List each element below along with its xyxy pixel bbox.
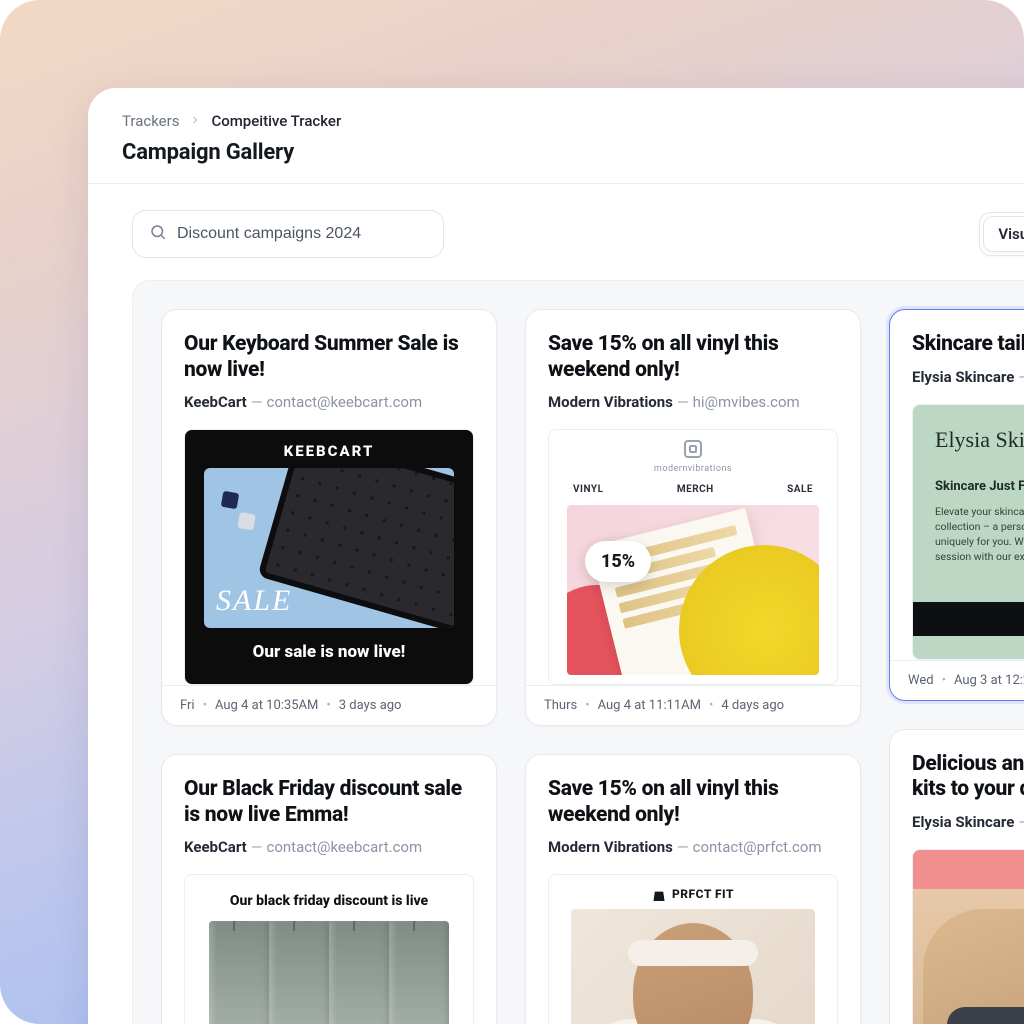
view-mode-toggle: Visual Mode List View: [979, 212, 1024, 256]
campaign-card[interactable]: Delicious and healthy dinner kits to you…: [889, 729, 1024, 1024]
page-title: Campaign Gallery: [122, 140, 1024, 165]
search-input[interactable]: [177, 225, 427, 243]
breadcrumb: Trackers Compeitive Tracker: [122, 112, 1024, 130]
chevron-right-icon: [189, 112, 201, 130]
card-meta: Wed• Aug 3 at 12:29AM: [890, 660, 1024, 700]
search-input-wrapper[interactable]: [132, 210, 444, 258]
preview-brand: modernvibrations: [549, 464, 837, 474]
card-title: Our Black Friday discount sale is now li…: [184, 777, 474, 828]
card-meta: Fri• Aug 4 at 10:35AM• 3 days ago: [162, 685, 496, 725]
card-preview: easy: [912, 849, 1024, 1024]
card-preview: modernvibrations VINYL MERCH SALE: [548, 429, 838, 685]
preview-brand: PRFCT FIT: [672, 887, 734, 901]
card-sender: Modern Vibrations—hi@mvibes.com: [548, 393, 838, 411]
card-preview: Elysia Skincare Skincare Just For You El…: [912, 404, 1024, 660]
card-meta: Thurs• Aug 4 at 11:11AM• 4 days ago: [526, 685, 860, 725]
preview-tab: VINYL: [573, 484, 603, 495]
preview-logo: KEEBCART: [284, 430, 375, 468]
card-sender: KeebCart—contact@keebcart.com: [184, 838, 474, 856]
card-title: Save 15% on all vinyl this weekend only!: [548, 777, 838, 828]
card-title: Delicious and healthy dinner kits to you…: [912, 752, 1024, 803]
bag-icon: [652, 887, 666, 901]
card-sender: Elysia Skincare—: [912, 368, 1024, 386]
preview-subhead: Skincare Just For You: [935, 479, 1024, 494]
campaign-card[interactable]: Our Black Friday discount sale is now li…: [161, 754, 497, 1024]
preview-body: Elevate your skincare routine with our L…: [935, 504, 1024, 565]
card-sender: Elysia Skincare—: [912, 813, 1024, 831]
card-preview: Our black friday discount is live: [184, 874, 474, 1024]
card-preview: PRFCT FIT: [548, 874, 838, 1024]
preview-tab: SALE: [787, 484, 813, 495]
view-mode-visual[interactable]: Visual Mode: [984, 217, 1024, 251]
breadcrumb-root[interactable]: Trackers: [122, 112, 179, 130]
card-title: Skincare tailored for you Emma: [912, 332, 1024, 358]
card-title: Save 15% on all vinyl this weekend only!: [548, 332, 838, 383]
card-sender: Modern Vibrations—contact@prfct.com: [548, 838, 838, 856]
search-icon: [149, 223, 167, 245]
card-preview: KEEBCART SALE Our sale is now live!: [184, 429, 474, 685]
preview-headline: Our black friday discount is live: [185, 875, 473, 921]
card-sender: KeebCart—contact@keebcart.com: [184, 393, 474, 411]
preview-brand: Elysia Skincare: [935, 427, 1024, 453]
campaign-card[interactable]: Save 15% on all vinyl this weekend only!…: [525, 754, 861, 1024]
preview-tagline: Our sale is now live!: [253, 628, 406, 678]
brand-mark-icon: [684, 440, 702, 458]
campaign-card[interactable]: Save 15% on all vinyl this weekend only!…: [525, 309, 861, 726]
discount-pill: 15%: [585, 541, 651, 582]
sale-overlay-text: SALE: [216, 584, 292, 618]
preview-tab: MERCH: [677, 484, 714, 495]
campaign-card[interactable]: Our Keyboard Summer Sale is now live! Ke…: [161, 309, 497, 726]
preview-cta: Explore now: [913, 602, 1024, 636]
breadcrumb-current: Compeitive Tracker: [211, 112, 341, 130]
card-title: Our Keyboard Summer Sale is now live!: [184, 332, 474, 383]
campaign-card[interactable]: Skincare tailored for you Emma Elysia Sk…: [889, 309, 1024, 701]
